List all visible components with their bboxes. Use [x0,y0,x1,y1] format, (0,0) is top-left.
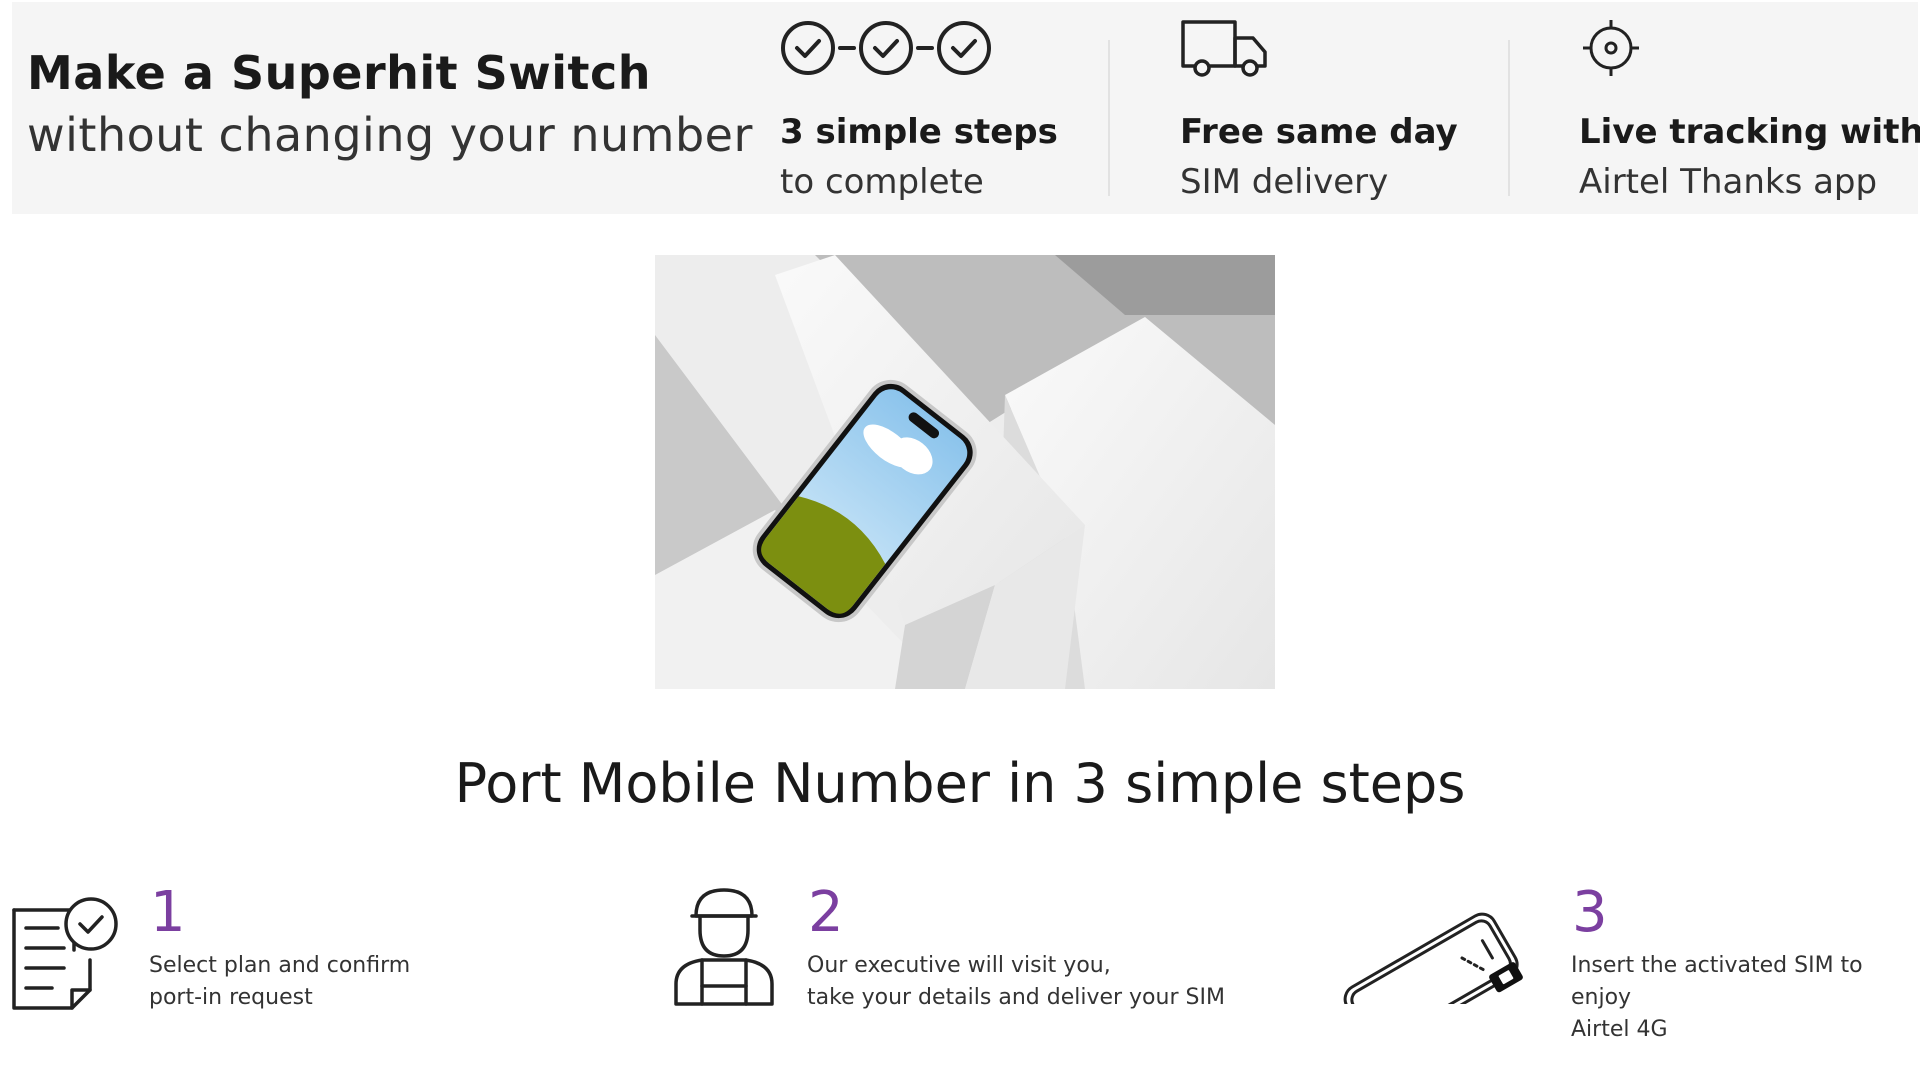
step-description: Select plan and confirm port-in request [149,953,411,1010]
hero-image [655,255,1275,689]
feature-divider [1108,40,1110,196]
smartphone-on-blocks-image [655,255,1275,689]
section-title: Port Mobile Number in 3 simple steps [454,752,1466,815]
step-number: 2 [808,880,844,945]
document-check-icon [12,897,118,1010]
feature-divider [1508,40,1510,196]
feature-delivery-title: Free same day [1180,112,1458,152]
step-description: Our executive will visit you, take your … [807,953,1225,1010]
location-target-icon [1583,20,1639,76]
three-checkmarks-icon [781,21,991,75]
feature-steps-title: 3 simple steps [780,112,1058,152]
step-number: 1 [150,880,186,945]
phone-sim-card-icon [1343,912,1523,1004]
step-number: 3 [1572,880,1608,945]
feature-tracking-text: Airtel Thanks app [1579,162,1878,202]
step-2: 2 Our executive will visit you, take you… [672,880,1232,1030]
feature-delivery-text: SIM delivery [1180,162,1389,202]
step-1: 1 Select plan and confirm port-in reques… [12,880,532,1030]
switch-banner: Make a Superhit Switch without changing … [12,2,1920,214]
step-3: 3 Insert the activated SIM to enjoy Airt… [1336,880,1916,1042]
delivery-truck-icon [1181,20,1267,77]
delivery-executive-icon [674,888,774,1006]
feature-tracking-title: Live tracking with [1579,112,1920,152]
banner-title: Make a Superhit Switch [27,46,652,100]
step-description: Insert the activated SIM to enjoy Airtel… [1571,953,1863,1042]
feature-steps-text: to complete [780,162,984,202]
banner-subtitle: without changing your number [27,108,753,162]
